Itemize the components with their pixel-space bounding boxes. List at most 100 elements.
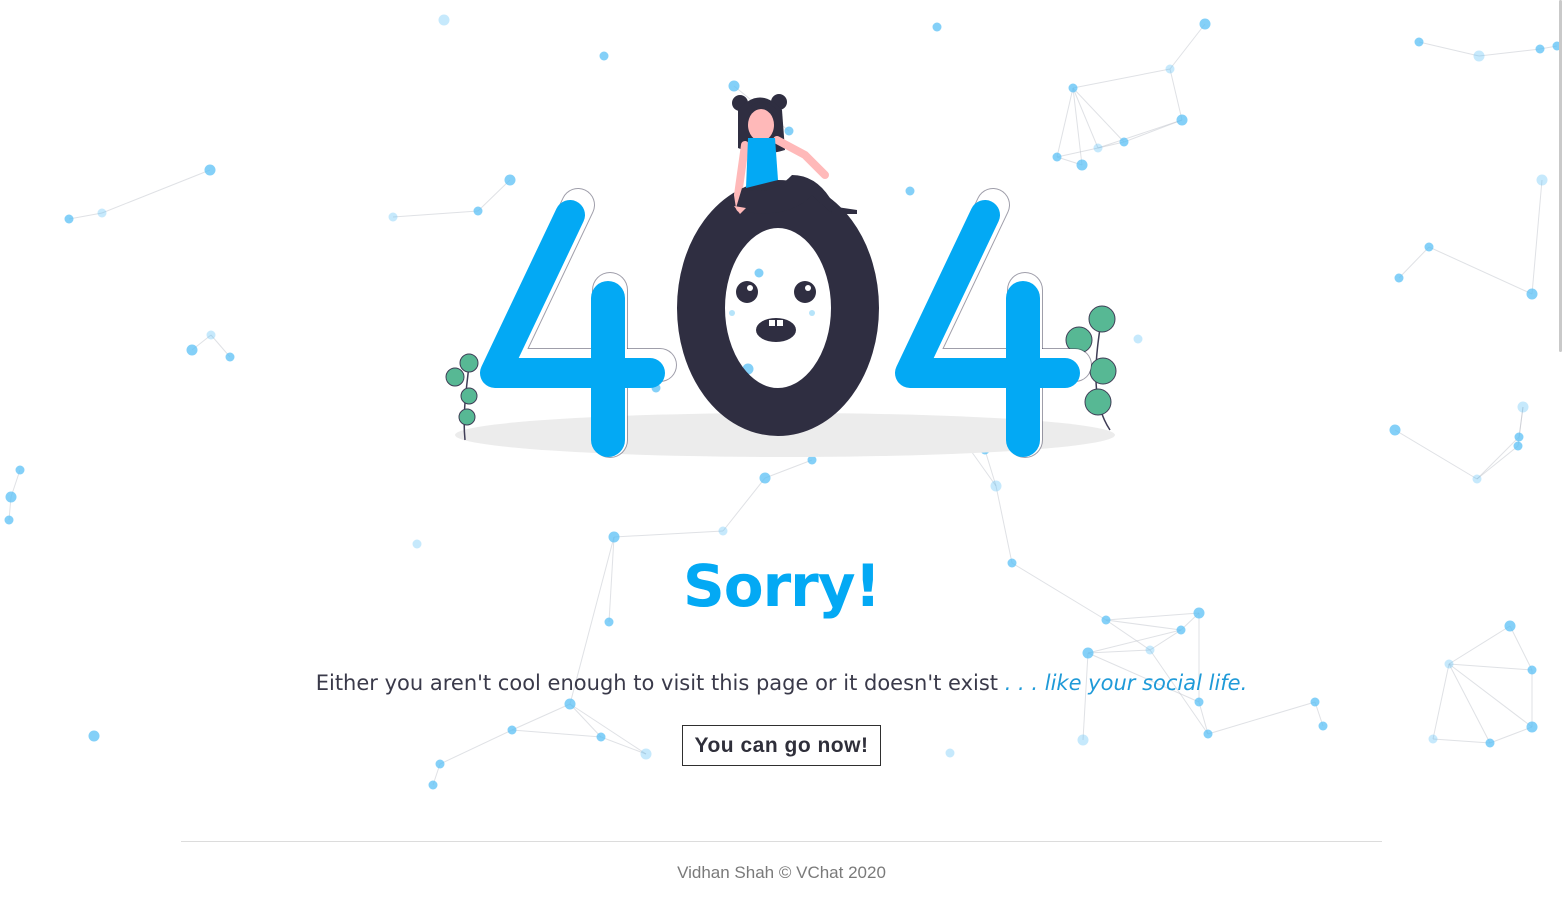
particle-dot <box>1473 50 1485 62</box>
particle-dot <box>428 780 438 790</box>
particle-dot <box>1082 647 1094 659</box>
particle-dot <box>599 51 609 61</box>
particle-dot <box>596 732 606 742</box>
particle-dot <box>1318 721 1328 731</box>
particle-dot <box>1485 738 1495 748</box>
particle-link <box>1198 701 1209 735</box>
particle-dot <box>1535 44 1545 54</box>
particle-dot <box>640 748 652 760</box>
particle-dot <box>1424 242 1434 252</box>
particle-dot <box>97 208 107 218</box>
particle-dot <box>412 539 422 549</box>
particle-link <box>1476 436 1520 480</box>
particle-dot <box>1414 37 1424 47</box>
particle-link <box>1428 246 1533 295</box>
particle-link <box>1087 629 1182 654</box>
particle-dot <box>4 515 14 525</box>
digit-four-right <box>895 188 1092 458</box>
particle-dot <box>932 22 942 32</box>
particle-dot <box>1444 659 1454 669</box>
particle-dot <box>1526 288 1538 300</box>
footer-divider <box>181 841 1382 842</box>
particle-dot <box>564 698 576 710</box>
particle-dot <box>88 730 100 742</box>
particle-dot <box>1203 729 1213 739</box>
face-icon <box>729 281 816 342</box>
particle-dot <box>1145 645 1155 655</box>
particle-link <box>1105 619 1182 631</box>
particle-dot <box>438 14 450 26</box>
particle-link <box>68 212 103 220</box>
particle-link <box>1509 625 1533 671</box>
particle-dot <box>1504 620 1516 632</box>
particle-link <box>1432 738 1491 744</box>
particle-dot <box>1389 424 1401 436</box>
footer-credit: Vidhan Shah © VChat 2020 <box>677 863 886 882</box>
digit-zero-face <box>677 180 879 436</box>
particle-dot <box>1526 721 1538 733</box>
particle-link <box>1448 625 1511 665</box>
particle-dot <box>1517 401 1529 413</box>
not-found-illustration <box>445 94 1117 458</box>
particle-dot <box>1394 273 1404 283</box>
particle-link <box>1169 23 1206 70</box>
particle-link <box>439 729 513 765</box>
particle-dot <box>1513 441 1523 451</box>
error-message-joke: . . . like your social life. <box>998 671 1248 695</box>
particle-link <box>101 169 211 214</box>
particle-dot <box>1165 64 1175 74</box>
particle-link <box>511 703 571 731</box>
particle-link <box>1082 652 1089 741</box>
particle-link <box>1398 246 1430 279</box>
left-plant-icon <box>445 353 479 441</box>
particle-dot <box>435 759 445 769</box>
particle-dot <box>1514 432 1524 442</box>
particle-dot <box>1176 114 1188 126</box>
particle-link <box>511 729 602 738</box>
particle-dot <box>1176 625 1186 635</box>
particle-dot <box>1472 474 1482 484</box>
particle-link <box>722 477 766 532</box>
particle-dot <box>206 330 216 340</box>
particle-dot <box>1194 697 1204 707</box>
particle-dot <box>507 725 517 735</box>
particle-dot <box>1310 697 1320 707</box>
sorry-heading: Sorry! <box>682 552 881 620</box>
error-page: Sorry! Either you aren't cool enough to … <box>0 0 1563 907</box>
error-message-main: Either you aren't cool enough to visit t… <box>315 671 999 695</box>
particle-dot <box>945 748 955 758</box>
particle-dot <box>64 214 74 224</box>
particle-link <box>1169 68 1183 121</box>
digit-four-left <box>480 188 677 458</box>
particle-link <box>569 703 602 738</box>
particle-dot <box>1536 174 1548 186</box>
particle-dot <box>1077 734 1089 746</box>
particle-dot <box>204 164 216 176</box>
particle-dot <box>990 480 1002 492</box>
particle-link <box>1489 726 1533 744</box>
scrollbar[interactable] <box>1559 0 1562 352</box>
particle-link <box>569 703 647 755</box>
particle-link <box>1476 445 1519 480</box>
particle-dot <box>15 465 25 475</box>
girl-character-icon <box>732 94 857 214</box>
particle-link <box>1478 48 1541 57</box>
particle-dot <box>388 212 398 222</box>
go-now-button[interactable]: You can go now! <box>682 725 881 766</box>
particle-link <box>1418 41 1480 57</box>
particle-dot <box>759 472 771 484</box>
particle-dot <box>1199 18 1211 30</box>
particle-link <box>1394 429 1478 480</box>
particle-link <box>1531 179 1543 295</box>
particle-dot <box>1428 734 1438 744</box>
particle-dot <box>186 344 198 356</box>
particle-link <box>1207 701 1316 735</box>
particle-dot <box>5 491 17 503</box>
error-message: Either you aren't cool enough to visit t… <box>0 671 1563 695</box>
particle-dot <box>225 352 235 362</box>
particle-link <box>1149 629 1182 651</box>
particle-link <box>1448 663 1533 671</box>
particle-dot <box>608 531 620 543</box>
particle-link <box>613 530 724 538</box>
particle-dot <box>718 526 728 536</box>
